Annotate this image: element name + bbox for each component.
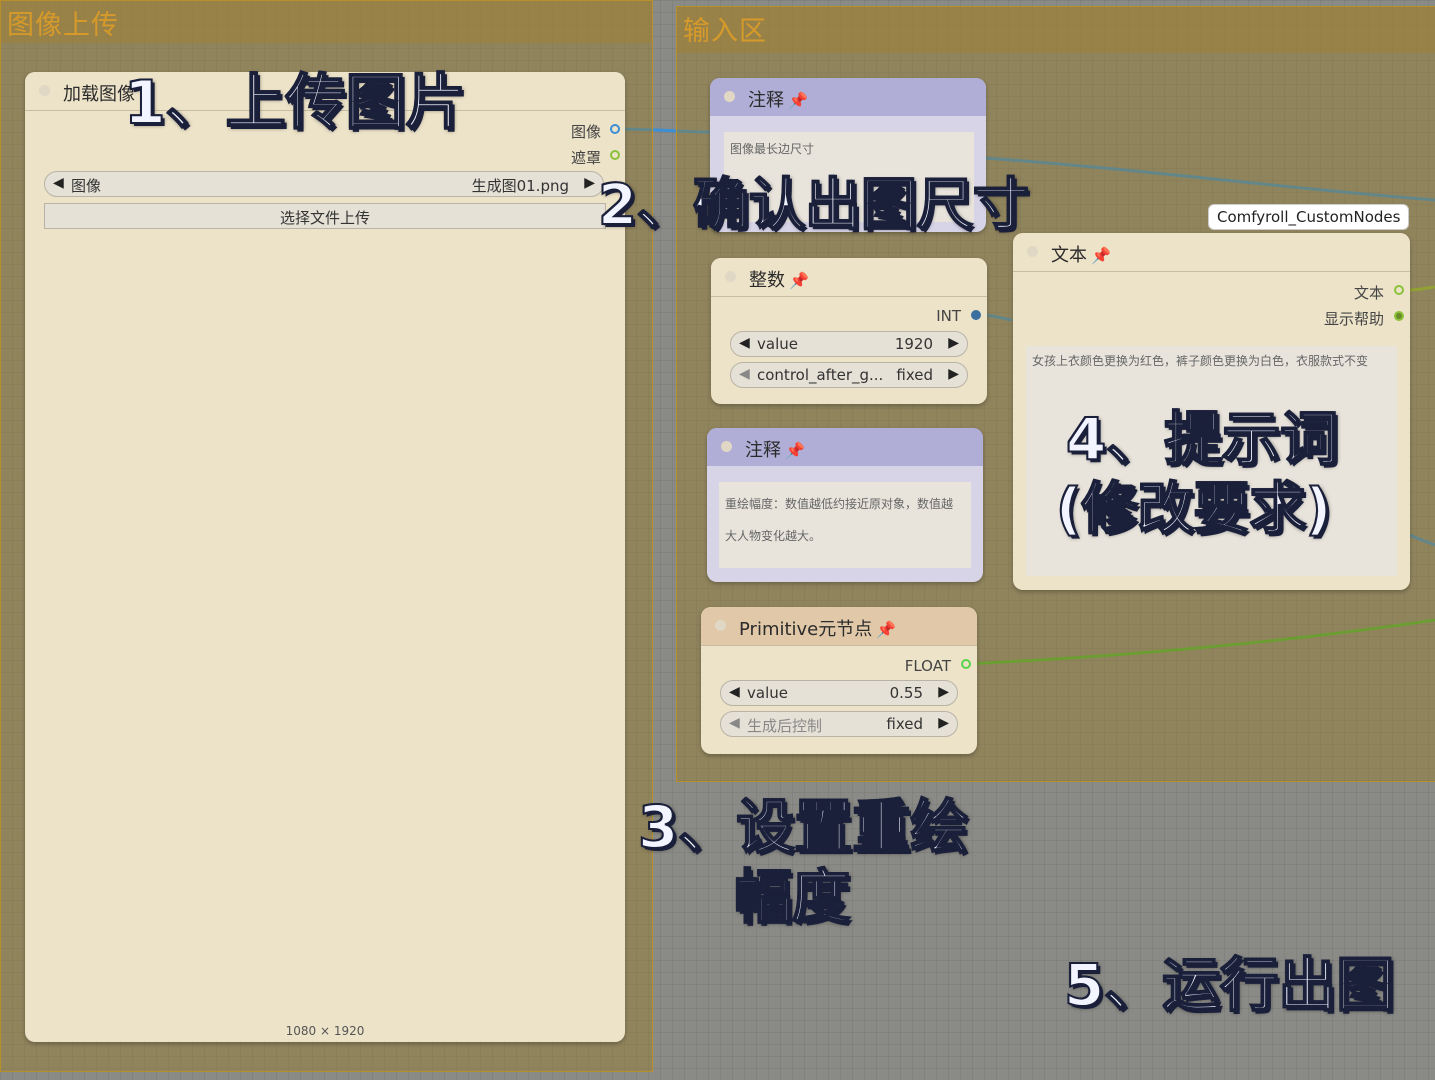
collapse-dot[interactable] <box>715 620 726 631</box>
primitive-node[interactable]: Primitive元节点 📌 FLOAT ◀ value 0.55 ▶ ◀ 生成后… <box>701 607 977 754</box>
note-text[interactable]: 重绘幅度：数值越低约接近原对象，数值越 大人物变化越大。 <box>719 482 971 568</box>
note-line-2: 大人物变化越大。 <box>725 529 822 543</box>
widget-value: 1920 <box>894 335 933 353</box>
widget-value: 生成图01.png <box>471 177 569 195</box>
node-header[interactable]: 整数 📌 <box>711 258 987 297</box>
arrow-left-icon[interactable]: ◀ <box>729 715 740 731</box>
node-title: 整数 📌 <box>749 270 809 291</box>
collapse-dot[interactable] <box>725 271 736 282</box>
collapse-dot[interactable] <box>721 441 732 452</box>
arrow-right-icon[interactable]: ▶ <box>948 335 959 351</box>
output-mask-label: 遮罩 <box>570 149 601 167</box>
load-image-node[interactable]: 加载图像 图像 遮罩 ◀ 图像 生成图01.png ▶ 选择文件上传 1080 … <box>25 72 625 1042</box>
widget-label: control_after_g... <box>757 366 884 384</box>
group-header <box>677 7 1435 53</box>
arrow-left-icon[interactable]: ◀ <box>739 366 750 382</box>
collapse-dot[interactable] <box>1027 246 1038 257</box>
pin-icon: 📌 <box>1091 246 1111 265</box>
int-output-socket[interactable] <box>971 310 981 320</box>
float-output-label: FLOAT <box>904 657 951 675</box>
pin-icon: 📌 <box>788 91 808 110</box>
node-header[interactable]: 注释 📌 <box>710 78 986 116</box>
upload-button[interactable]: 选择文件上传 <box>44 203 606 229</box>
value-widget[interactable]: ◀ value 1920 ▶ <box>730 331 968 357</box>
widget-value: 0.55 <box>889 684 923 702</box>
image-size-label: 1080 × 1920 <box>285 1024 365 1038</box>
text-output-label: 文本 <box>1353 284 1384 302</box>
widget-label: 生成后控制 <box>747 717 823 735</box>
pin-icon: 📌 <box>876 620 897 639</box>
group-title: 输入区 <box>683 16 767 47</box>
step3-annotation-line2: 幅度 <box>733 862 851 932</box>
pin-icon: 📌 <box>789 271 809 290</box>
image-select-widget[interactable]: ◀ 图像 生成图01.png ▶ <box>44 171 604 197</box>
node-source-tooltip: Comfyroll_CustomNodes <box>1208 204 1410 230</box>
collapse-dot[interactable] <box>39 85 50 96</box>
widget-value: fixed <box>886 715 923 733</box>
widget-label: value <box>747 684 788 702</box>
step4-annotation-line2: (修改要求) <box>1055 476 1332 543</box>
float-output-socket[interactable] <box>961 659 971 669</box>
node-header[interactable]: 文本 📌 <box>1013 233 1410 272</box>
step5-annotation: 5、运行出图 <box>1063 950 1395 1020</box>
node-header[interactable]: Primitive元节点 📌 <box>701 607 977 646</box>
note-node-denoise[interactable]: 注释 📌 重绘幅度：数值越低约接近原对象，数值越 大人物变化越大。 <box>707 428 983 582</box>
collapse-dot[interactable] <box>724 91 735 102</box>
step2-annotation: 2、确认出图尺寸 <box>597 172 1030 239</box>
arrow-right-icon[interactable]: ▶ <box>584 175 595 191</box>
arrow-right-icon[interactable]: ▶ <box>938 715 949 731</box>
arrow-left-icon[interactable]: ◀ <box>739 335 750 351</box>
text-output-socket[interactable] <box>1394 285 1404 295</box>
control-after-generate-widget[interactable]: ◀ 生成后控制 fixed ▶ <box>720 711 958 737</box>
value-widget[interactable]: ◀ value 0.55 ▶ <box>720 680 958 706</box>
output-image-label: 图像 <box>570 123 601 141</box>
note-line-1: 重绘幅度：数值越低约接近原对象，数值越 <box>725 497 954 511</box>
widget-label: 图像 <box>71 177 102 195</box>
image-output-socket[interactable] <box>610 124 620 134</box>
integer-node[interactable]: 整数 📌 INT ◀ value 1920 ▶ ◀ control_after_g… <box>711 258 987 404</box>
upload-button-label: 选择文件上传 <box>279 209 370 227</box>
arrow-left-icon[interactable]: ◀ <box>53 175 64 191</box>
node-title: 注释 📌 <box>745 440 805 461</box>
arrow-right-icon[interactable]: ▶ <box>938 684 949 700</box>
node-header[interactable]: 注释 📌 <box>707 428 983 466</box>
pin-icon: 📌 <box>785 441 805 460</box>
group-title: 图像上传 <box>7 10 119 41</box>
mask-output-socket[interactable] <box>610 150 620 160</box>
node-title: Primitive元节点 📌 <box>739 619 897 640</box>
help-output-label: 显示帮助 <box>1323 310 1384 328</box>
control-after-generate-widget[interactable]: ◀ control_after_g... fixed ▶ <box>730 362 968 388</box>
arrow-left-icon[interactable]: ◀ <box>729 684 740 700</box>
node-title: 注释 📌 <box>748 90 808 111</box>
node-title: 文本 📌 <box>1051 245 1111 266</box>
widget-label: value <box>757 335 798 353</box>
arrow-right-icon[interactable]: ▶ <box>948 366 959 382</box>
int-output-label: INT <box>936 307 961 325</box>
step1-annotation: 1、上传图片 <box>123 67 467 139</box>
help-output-socket[interactable] <box>1394 311 1404 321</box>
widget-value: fixed <box>896 366 933 384</box>
